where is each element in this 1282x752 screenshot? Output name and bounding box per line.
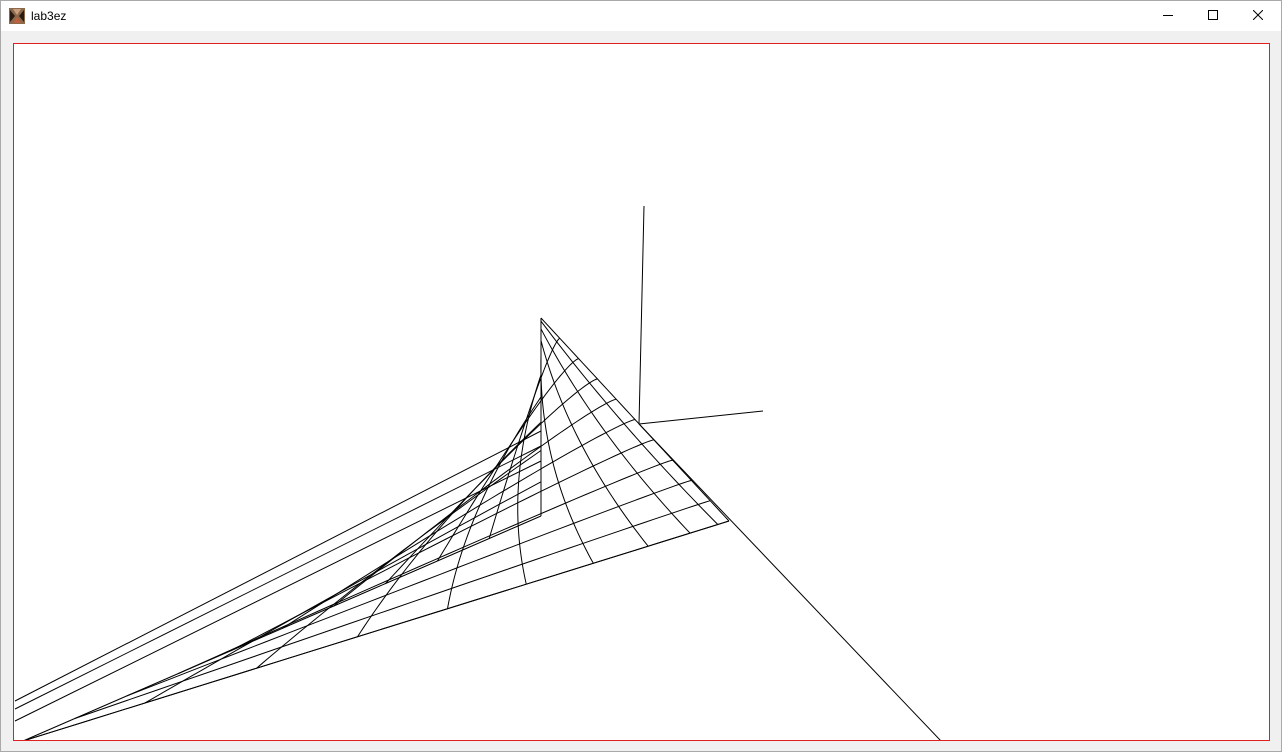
axis-y-line [638, 423, 941, 740]
close-button[interactable] [1235, 1, 1281, 31]
mesh-line-v [24, 515, 542, 740]
mesh-line-v [540, 320, 719, 525]
mesh-line-u [229, 439, 654, 652]
mesh-edge-line [14, 445, 542, 710]
mesh-edge-line [24, 520, 730, 740]
app-window: lab3ez [0, 0, 1282, 752]
minimize-icon [1163, 7, 1173, 25]
axis-z-line [638, 205, 645, 425]
render-canvas[interactable] [13, 43, 1270, 741]
mesh-line-v [357, 421, 542, 638]
axis-x-line [638, 410, 764, 425]
window-title: lab3ez [31, 9, 67, 23]
wireframe-scene [14, 205, 941, 740]
mesh-line-u [281, 419, 636, 629]
minimize-button[interactable] [1145, 1, 1191, 31]
mesh-line-u [74, 500, 711, 719]
mesh-line-v [540, 356, 594, 564]
title-bar[interactable]: lab3ez [1, 1, 1281, 31]
app-icon [9, 8, 25, 24]
maximize-button[interactable] [1190, 1, 1236, 31]
close-icon [1252, 7, 1264, 25]
mesh-line-u [126, 479, 692, 697]
maximize-icon [1208, 7, 1218, 25]
mesh-edge-line [14, 460, 542, 722]
